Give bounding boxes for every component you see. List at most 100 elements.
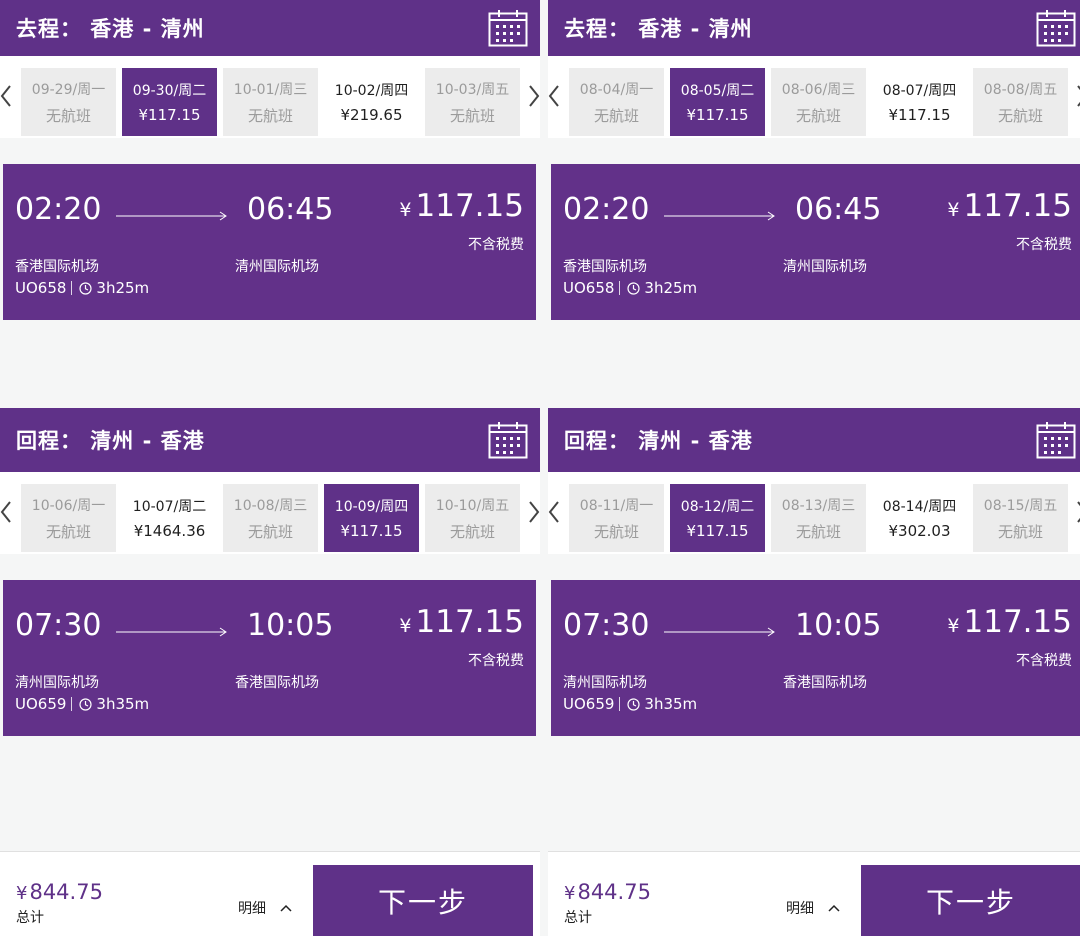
flight-duration: 3h25m — [644, 279, 698, 297]
chevron-up-icon — [828, 904, 840, 912]
chevron-left-icon[interactable] — [0, 84, 12, 108]
total-price-value: 844.75 — [577, 880, 651, 904]
date-price: ¥117.15 — [686, 522, 749, 540]
arrival-time: 06:45 — [247, 192, 334, 227]
clock-icon — [627, 281, 641, 295]
section-title: 回程： 清州 - 香港 — [16, 429, 205, 453]
chevron-left-icon[interactable] — [548, 84, 560, 108]
date-price: ¥117.15 — [138, 106, 201, 124]
booking-panel-left: 去程： 香港 - 清州 09-29/周一 无航班 09-30/周二 ¥117.15 10… — [0, 0, 540, 936]
date-option[interactable]: 10-09/周四 ¥117.15 — [324, 484, 419, 552]
date-price: ¥117.15 — [888, 106, 951, 124]
chevron-left-icon[interactable] — [0, 500, 12, 524]
date-price: 无航班 — [795, 522, 841, 541]
date-list: 09-29/周一 无航班 09-30/周二 ¥117.15 10-01/周三 无航班 10-… — [21, 68, 520, 136]
flight-price: ¥117.15 — [399, 188, 524, 224]
tax-note: 不含税费 — [1016, 237, 1072, 253]
date-option[interactable]: 08-05/周二 ¥117.15 — [670, 68, 765, 136]
total-label: 总计 — [564, 910, 592, 926]
details-label: 明细 — [786, 901, 814, 917]
date-price: 无航班 — [795, 106, 841, 125]
clock-icon — [79, 697, 93, 711]
flight-card[interactable]: 02:20 06:45 ¥117.15 不含税费 香港国际机场 清州国际机场 U… — [551, 164, 1080, 320]
date-label: 09-30/周二 — [132, 83, 207, 99]
flight-card[interactable]: 07:30 10:05 ¥117.15 不含税费 清州国际机场 香港国际机场 U… — [3, 580, 536, 736]
date-option[interactable]: 08-11/周一 无航班 — [569, 484, 664, 552]
calendar-icon[interactable] — [1036, 9, 1076, 47]
calendar-icon[interactable] — [488, 9, 528, 47]
departure-time: 07:30 — [15, 608, 102, 643]
departure-airport: 香港国际机场 — [563, 259, 647, 275]
date-option[interactable]: 10-03/周五 无航班 — [425, 68, 520, 136]
flight-duration: 3h35m — [96, 695, 150, 713]
total-price: ¥844.75 — [564, 880, 651, 904]
arrival-airport: 香港国际机场 — [235, 675, 319, 691]
bottom-bar: ¥844.75 总计 明细 下一步 — [0, 851, 540, 936]
flight-card[interactable]: 02:20 06:45 ¥117.15 不含税费 香港国际机场 清州国际机场 U… — [3, 164, 536, 320]
flight-card[interactable]: 07:30 10:05 ¥117.15 不含税费 清州国际机场 香港国际机场 U… — [551, 580, 1080, 736]
date-option[interactable]: 08-08/周五 无航班 — [973, 68, 1068, 136]
arrow-right-icon — [664, 211, 775, 221]
details-toggle[interactable]: 明细 — [786, 898, 840, 918]
date-price: 无航班 — [997, 106, 1043, 125]
date-option[interactable]: 08-12/周二 ¥117.15 — [670, 484, 765, 552]
chevron-right-icon[interactable] — [1076, 500, 1080, 524]
arrival-airport: 清州国际机场 — [235, 259, 319, 275]
date-price: ¥302.03 — [888, 522, 951, 540]
date-option[interactable]: 08-13/周三 无航班 — [771, 484, 866, 552]
date-option[interactable]: 10-01/周三 无航班 — [223, 68, 318, 136]
date-option[interactable]: 10-06/周一 无航班 — [21, 484, 116, 552]
calendar-icon[interactable] — [488, 421, 528, 459]
chevron-left-icon[interactable] — [548, 500, 560, 524]
date-option[interactable]: 09-29/周一 无航班 — [21, 68, 116, 136]
outbound-section: 去程： 香港 - 清州 08-04/周一 无航班 08-05/周二 ¥117.15 08… — [548, 0, 1080, 320]
date-price: 无航班 — [997, 522, 1043, 541]
flight-price-value: 117.15 — [963, 188, 1072, 224]
flight-number: UO659 — [15, 695, 67, 713]
arrow-right-icon — [116, 211, 227, 221]
outbound-section: 去程： 香港 - 清州 09-29/周一 无航班 09-30/周二 ¥117.15 10… — [0, 0, 540, 320]
date-label: 08-05/周二 — [680, 83, 755, 99]
departure-airport: 清州国际机场 — [15, 675, 99, 691]
date-selector: 08-11/周一 无航班 08-12/周二 ¥117.15 08-13/周三 无航班 08-… — [548, 472, 1080, 554]
date-option[interactable]: 10-02/周四 ¥219.65 — [324, 68, 419, 136]
flight-price-value: 117.15 — [415, 188, 524, 224]
date-option[interactable]: 08-04/周一 无航班 — [569, 68, 664, 136]
date-price: 无航班 — [45, 522, 91, 541]
currency-symbol: ¥ — [564, 883, 576, 904]
date-option[interactable]: 10-08/周三 无航班 — [223, 484, 318, 552]
return-header: 回程： 清州 - 香港 — [548, 408, 1080, 472]
divider — [71, 697, 73, 711]
date-label: 10-02/周四 — [334, 83, 409, 99]
date-option[interactable]: 08-14/周四 ¥302.03 — [872, 484, 967, 552]
date-label: 08-15/周五 — [983, 497, 1058, 514]
date-price: 无航班 — [247, 522, 293, 541]
date-option[interactable]: 08-07/周四 ¥117.15 — [872, 68, 967, 136]
flight-number: UO658 — [15, 279, 67, 297]
arrow-right-icon — [664, 627, 775, 637]
tax-note: 不含税费 — [468, 237, 524, 253]
date-option[interactable]: 10-07/周二 ¥1464.36 — [122, 484, 217, 552]
details-toggle[interactable]: 明细 — [238, 898, 292, 918]
next-step-button[interactable]: 下一步 — [861, 865, 1080, 936]
date-option[interactable]: 08-06/周三 无航班 — [771, 68, 866, 136]
date-label: 08-04/周一 — [579, 81, 654, 98]
return-section: 回程： 清州 - 香港 08-11/周一 无航班 08-12/周二 ¥117.15 08… — [548, 408, 1080, 736]
date-label: 10-07/周二 — [132, 499, 207, 515]
chevron-right-icon[interactable] — [528, 500, 540, 524]
date-option[interactable]: 08-15/周五 无航班 — [973, 484, 1068, 552]
date-label: 09-29/周一 — [31, 81, 106, 98]
chevron-right-icon[interactable] — [528, 84, 540, 108]
booking-panel-right: 去程： 香港 - 清州 08-04/周一 无航班 08-05/周二 ¥117.15 08… — [548, 0, 1080, 936]
arrival-airport: 香港国际机场 — [783, 675, 867, 691]
date-label: 08-14/周四 — [882, 499, 957, 515]
date-option[interactable]: 10-10/周五 无航班 — [425, 484, 520, 552]
calendar-icon[interactable] — [1036, 421, 1076, 459]
date-label: 08-07/周四 — [882, 83, 957, 99]
section-title: 回程： 清州 - 香港 — [564, 429, 753, 453]
return-section: 回程： 清州 - 香港 10-06/周一 无航班 10-07/周二 ¥1464.36 1… — [0, 408, 540, 736]
chevron-right-icon[interactable] — [1076, 84, 1080, 108]
flight-duration: 3h35m — [644, 695, 698, 713]
next-step-button[interactable]: 下一步 — [313, 865, 533, 936]
date-option[interactable]: 09-30/周二 ¥117.15 — [122, 68, 217, 136]
